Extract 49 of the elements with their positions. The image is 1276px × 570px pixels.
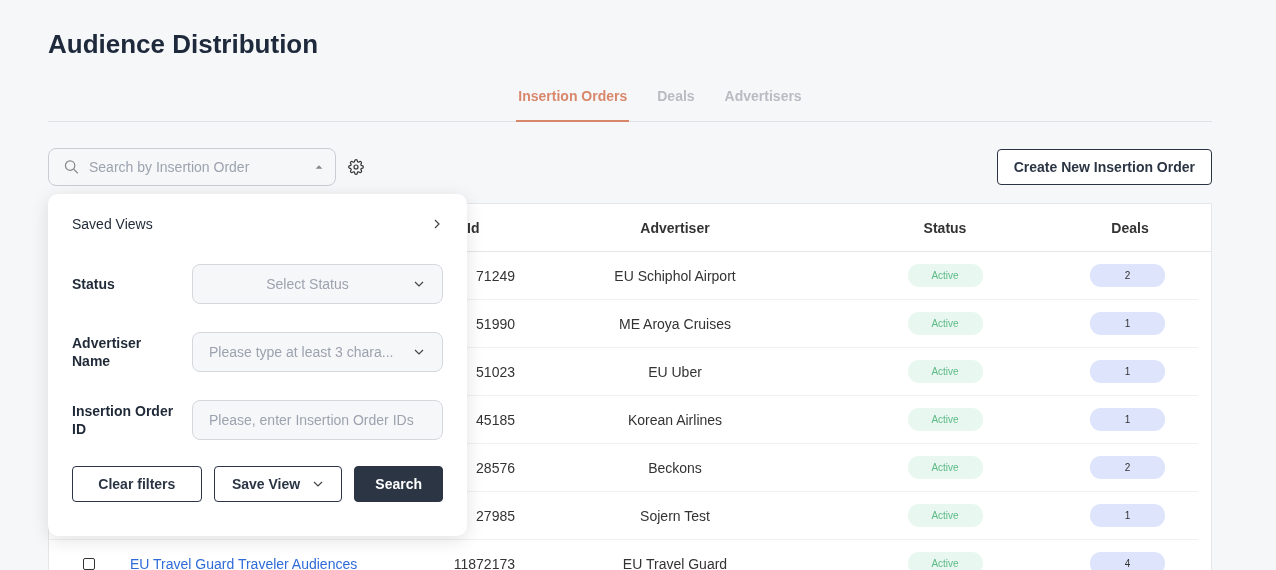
deals-badge: 4 <box>1090 552 1165 570</box>
table-cell: 27985 <box>476 507 515 524</box>
table-cell: 45185 <box>476 411 515 428</box>
field-label: Status <box>72 275 116 293</box>
column-header: Status <box>923 219 967 236</box>
row-checkbox[interactable] <box>82 557 95 570</box>
status-badge: Active <box>907 264 983 287</box>
column-header: Advertiser <box>640 219 710 236</box>
table-cell: 71249 <box>476 267 515 284</box>
table-cell: 51023 <box>476 363 515 380</box>
status-badge: Active <box>907 408 983 431</box>
field-label: Advertiser Name <box>72 334 143 370</box>
deals-badge: 1 <box>1090 504 1165 527</box>
settings-icon[interactable] <box>348 159 364 175</box>
table-cell: 11872173 <box>453 555 515 570</box>
column-header: Id <box>467 219 480 236</box>
table-cell: 28576 <box>476 459 515 476</box>
search-button[interactable]: Search <box>354 466 443 502</box>
table-cell: Korean Airlines <box>627 411 723 428</box>
search-field[interactable]: Search by Insertion Order <box>48 148 336 186</box>
table-cell: Beckons <box>648 459 702 476</box>
select-field[interactable]: Please type at least 3 chara... <box>192 332 443 372</box>
status-badge: Active <box>907 360 983 383</box>
table-cell: EU Travel Guard <box>622 555 728 570</box>
table-cell: EU Schiphol Airport <box>614 267 736 284</box>
select-field[interactable]: Select Status <box>192 264 443 304</box>
table-cell: 51990 <box>476 315 515 332</box>
table-cell: Sojern Test <box>640 507 710 524</box>
column-header: Deals <box>1111 219 1149 236</box>
deals-badge: 1 <box>1090 360 1165 383</box>
deals-badge: 2 <box>1090 456 1165 479</box>
table-cell: ME Aroya Cruises <box>618 315 731 332</box>
deals-badge: 1 <box>1090 312 1165 335</box>
deals-badge: 1 <box>1090 408 1165 431</box>
save-view-button[interactable]: Save View <box>213 466 343 502</box>
input-field[interactable]: Please, enter Insertion Order IDs <box>192 400 443 440</box>
search-icon <box>64 159 79 175</box>
field-label: Insertion Order ID <box>72 402 175 438</box>
saved-views-label[interactable]: Saved Views <box>72 216 153 232</box>
insertion-order-link[interactable]: EU Travel Guard Traveler Audiences <box>130 555 358 570</box>
status-badge: Active <box>907 552 983 570</box>
create-insertion-order-button[interactable]: Create New Insertion Order <box>996 149 1212 185</box>
deals-badge: 2 <box>1090 264 1165 287</box>
table-cell: EU Uber <box>648 363 702 380</box>
status-badge: Active <box>907 504 983 527</box>
clear-filters-button[interactable]: Clear filters <box>72 466 202 502</box>
status-badge: Active <box>907 456 983 479</box>
page-title: Audience Distribution <box>48 28 320 61</box>
status-badge: Active <box>907 312 983 335</box>
